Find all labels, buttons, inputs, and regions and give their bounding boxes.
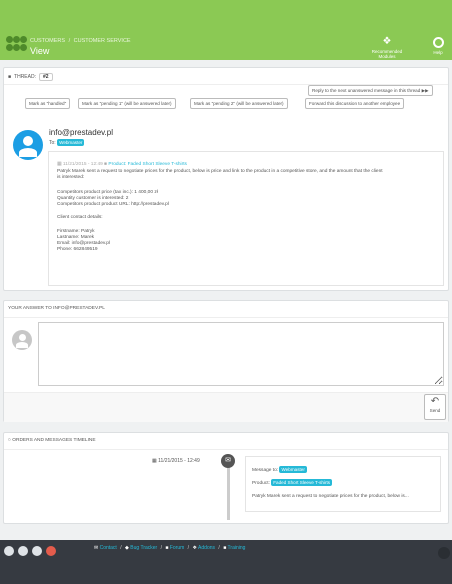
page-title: View xyxy=(30,46,50,56)
help-label: Help xyxy=(433,50,443,55)
timeline-panel-title: ○ ORDERS AND MESSAGES TIMELINE xyxy=(8,438,96,443)
answer-panel: YOUR ANSWER TO INFO@PRESTADEV.PL ↶ Send xyxy=(3,300,449,422)
timeline-date: 11/21/2015 - 12:49 xyxy=(158,458,200,464)
message-date: 11/21/2015 - 12:49 xyxy=(62,162,103,167)
recommended-modules-label: Recommended Modules xyxy=(371,49,403,59)
message-box: ▦ 11/21/2015 - 12:49 ■ Product: Faded Sh… xyxy=(48,151,444,286)
message-line: Phone: 662849519 xyxy=(57,247,98,252)
sender-avatar xyxy=(13,130,43,160)
answer-panel-title: YOUR ANSWER TO INFO@PRESTADEV.PL xyxy=(8,306,105,311)
to-label: To: xyxy=(49,140,56,146)
mark-handled-button[interactable]: Mark as "handled" xyxy=(25,98,71,109)
breadcrumb-customers[interactable]: CUSTOMERS xyxy=(30,38,65,44)
bug-icon: ◆ xyxy=(125,545,129,551)
message-line: Quantity customer is interested: 2 xyxy=(57,196,129,201)
footer-links: ✉ Contact / ◆ Bug Tracker / ■ Forum / ❖ … xyxy=(94,545,245,551)
mark-pending-1-button[interactable]: Mark as "pending 1" (will be answered la… xyxy=(78,98,176,109)
timeline-title: ORDERS AND MESSAGES TIMELINE xyxy=(12,438,96,443)
message-to-tag: Webmaster xyxy=(279,466,307,473)
forward-icon: ▶▶ xyxy=(421,88,429,93)
message-line: Email: info@prestadev.pl xyxy=(57,241,111,246)
divider xyxy=(4,317,448,318)
answer-footer xyxy=(4,392,448,422)
timeline-entry: Message to: Webmaster Product: Faded Sho… xyxy=(245,456,441,512)
footer-separator: / xyxy=(160,545,162,551)
github-icon[interactable] xyxy=(32,546,42,556)
clock-icon: ○ xyxy=(8,438,11,443)
timeline-date-line: ▦ 11/21/2015 - 12:49 xyxy=(152,458,200,464)
envelope-icon: ✉ xyxy=(94,545,99,551)
message-line: Client contact details: xyxy=(57,215,103,220)
divider xyxy=(4,449,448,450)
help-ring-icon xyxy=(432,37,444,48)
reply-arrow-icon: ↶ xyxy=(430,396,440,407)
puzzle-icon: ❖ xyxy=(192,545,197,551)
message-line: Firstname: Patryk xyxy=(57,229,95,234)
product-label: Product: xyxy=(252,481,270,486)
message-line: Lastname: Marek xyxy=(57,235,95,240)
puzzle-icon: ❖ xyxy=(382,36,392,47)
message-line: Competitors product product URL: http://… xyxy=(57,202,169,207)
thread-label: THREAD: xyxy=(14,74,36,80)
timeline-message-to: Message to: Webmaster xyxy=(252,466,307,473)
customers-icon xyxy=(6,36,27,54)
reply-next-label: Reply to the next unanswered message in … xyxy=(312,88,421,93)
scroll-top-button[interactable] xyxy=(438,547,450,559)
google-plus-icon[interactable] xyxy=(46,546,56,556)
footer-link-bug-tracker[interactable]: Bug Tracker xyxy=(130,545,157,551)
timeline-excerpt: Patryk Marek sent a request to negotiate… xyxy=(252,494,409,499)
footer-link-forum[interactable]: Forum xyxy=(170,545,184,551)
twitter-icon[interactable] xyxy=(4,546,14,556)
timeline-panel: ○ ORDERS AND MESSAGES TIMELINE ✉ ▦ 11/21… xyxy=(3,432,449,524)
page-header: CUSTOMERS / CUSTOMER SERVICE View ❖ Reco… xyxy=(0,0,452,60)
message-product-link[interactable]: Product: Faded Short Sleeve T-shirts xyxy=(108,162,187,167)
footer-link-training[interactable]: Training xyxy=(228,545,246,551)
message-to-label: Message to: xyxy=(252,468,279,473)
footer-separator: / xyxy=(218,545,220,551)
breadcrumb-separator: / xyxy=(68,38,71,44)
comments-icon: ■ xyxy=(8,74,12,80)
employee-avatar xyxy=(12,330,32,350)
calendar-icon: ▦ xyxy=(57,162,62,167)
footer-separator: / xyxy=(187,545,190,551)
send-label: Send xyxy=(429,408,441,413)
message-line: Competitors product price (tax inc.): 1 … xyxy=(57,190,158,195)
help-button[interactable]: Help xyxy=(428,37,448,55)
send-button[interactable]: ↶ Send xyxy=(424,394,446,420)
product-tag: Faded Short Sleeve T-shirts xyxy=(271,479,333,486)
breadcrumb: CUSTOMERS / CUSTOMER SERVICE xyxy=(30,38,131,44)
timeline-product: Product: Faded Short Sleeve T-shirts xyxy=(252,479,333,486)
recipient-line: To: Webmaster xyxy=(49,139,85,146)
envelope-icon: ✉ xyxy=(221,454,235,468)
reply-next-unanswered-button[interactable]: Reply to the next unanswered message in … xyxy=(308,85,433,96)
footer-separator: / xyxy=(120,545,122,551)
forum-icon: ■ xyxy=(165,545,169,551)
answer-textarea[interactable] xyxy=(38,322,444,386)
message-meta: ▦ 11/21/2015 - 12:49 ■ Product: Faded Sh… xyxy=(57,162,187,167)
recipient-tag: Webmaster xyxy=(57,139,85,146)
thread-number-badge: #2 xyxy=(38,73,53,81)
thread-heading: ■ THREAD: #2 xyxy=(8,73,53,81)
facebook-icon[interactable] xyxy=(18,546,28,556)
sender-email: info@prestadev.pl xyxy=(49,128,114,137)
message-line: Patryk Marek sent a request to negotiate… xyxy=(57,169,383,174)
message-line: is interested: xyxy=(57,175,85,180)
breadcrumb-customer-service[interactable]: CUSTOMER SERVICE xyxy=(74,38,131,44)
footer-link-contact[interactable]: Contact xyxy=(100,545,117,551)
mark-pending-2-button[interactable]: Mark as "pending 2" (will be answered la… xyxy=(190,98,288,109)
thread-panel: ■ THREAD: #2 Reply to the next unanswere… xyxy=(3,67,449,291)
forward-discussion-button[interactable]: Forward this discussion to another emplo… xyxy=(305,98,405,109)
training-icon: ■ xyxy=(223,545,227,551)
footer-link-addons[interactable]: Addons xyxy=(198,545,215,551)
calendar-icon: ▦ xyxy=(152,458,157,464)
recommended-modules-button[interactable]: ❖ Recommended Modules xyxy=(367,36,407,60)
